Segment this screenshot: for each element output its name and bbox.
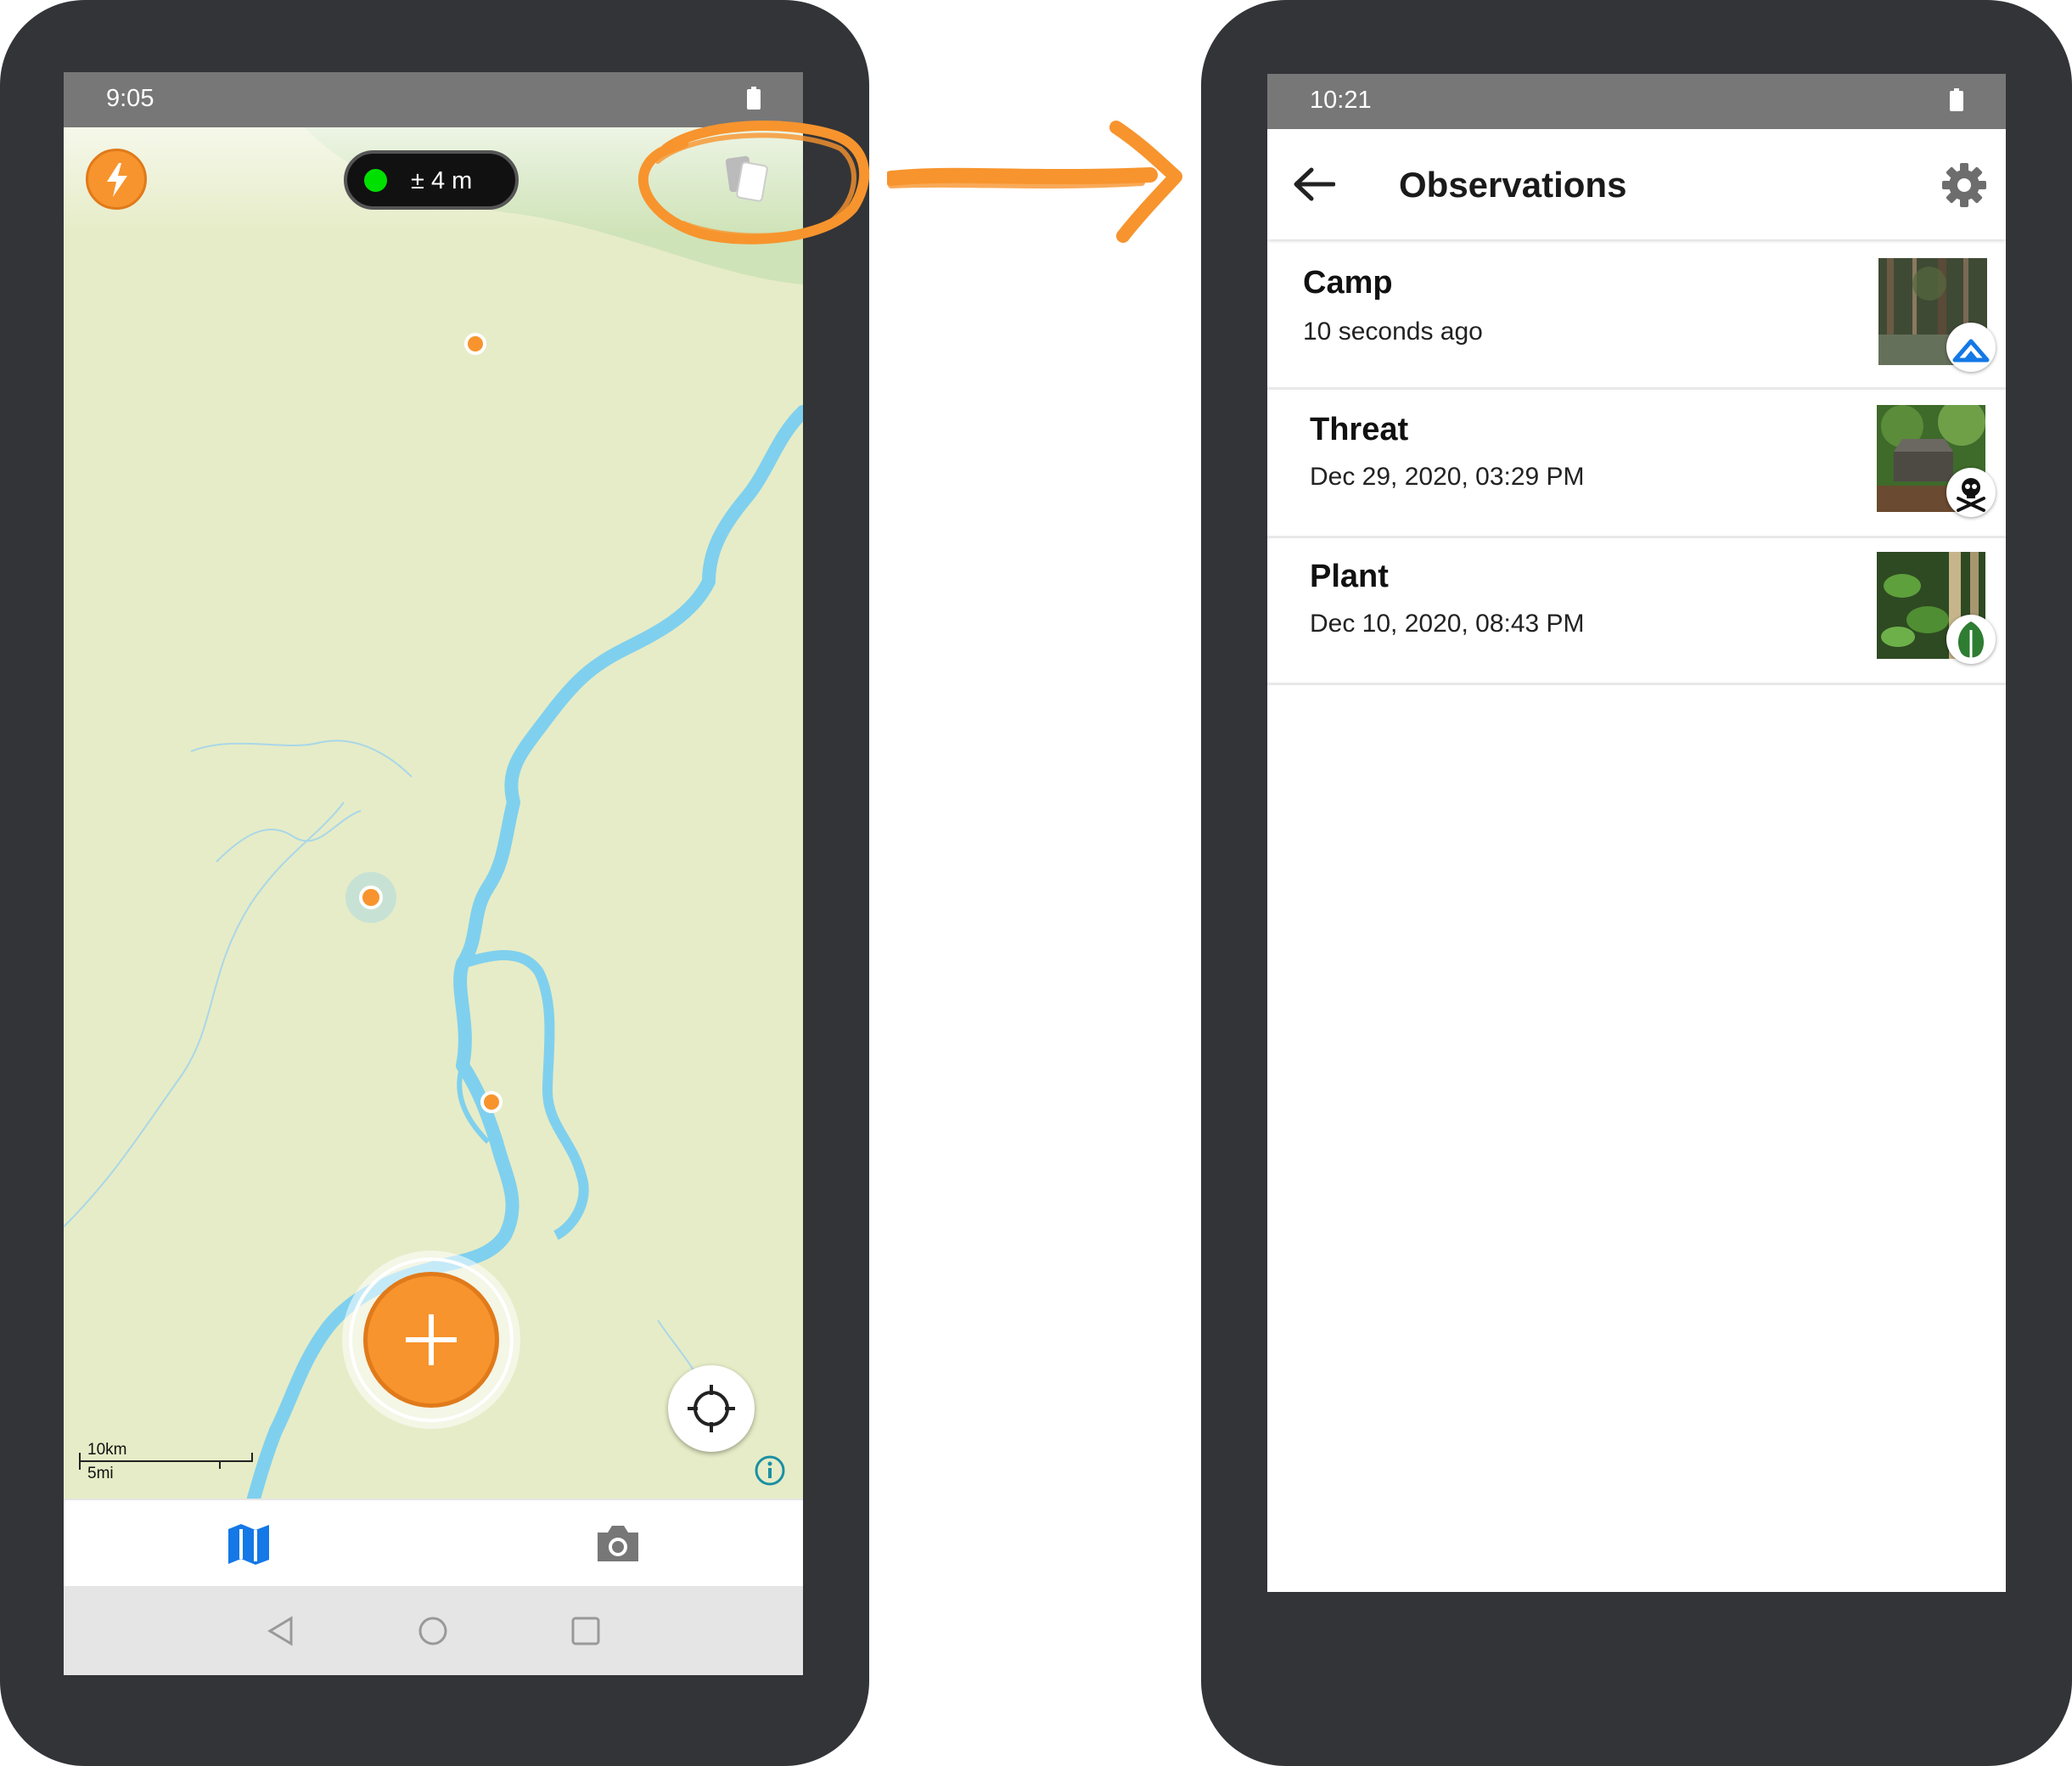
battery-icon	[747, 87, 761, 110]
gear-icon[interactable]	[1940, 161, 1988, 209]
app-header: Observations	[1267, 129, 2006, 239]
system-nav-bar	[64, 1586, 803, 1675]
add-observation-button[interactable]	[342, 1251, 520, 1429]
observation-title: Camp	[1303, 265, 1393, 301]
observation-time: Dec 29, 2020, 03:29 PM	[1310, 463, 1585, 491]
battery-icon	[1950, 88, 1963, 111]
recents-square-icon[interactable]	[570, 1616, 601, 1646]
home-circle-icon[interactable]	[418, 1616, 448, 1646]
plus-icon	[406, 1314, 457, 1365]
sync-button[interactable]	[86, 149, 147, 210]
gps-indicator-dot	[364, 169, 387, 192]
observation-title: Plant	[1310, 559, 1389, 594]
crosshair-icon	[688, 1385, 735, 1432]
gps-status-pill[interactable]: ± 4 m	[344, 150, 519, 210]
left-phone-frame: 9:05 ± 4 m 10km 5mi	[0, 0, 869, 1766]
map-icon	[228, 1524, 269, 1565]
status-time: 9:05	[106, 85, 154, 112]
observation-row[interactable]: Plant Dec 10, 2020, 08:43 PM	[1267, 537, 2006, 685]
scale-km-label: 10km	[87, 1441, 127, 1459]
bottom-tab-bar	[64, 1499, 803, 1586]
tab-camera[interactable]	[433, 1500, 803, 1588]
info-icon[interactable]	[754, 1454, 786, 1487]
camera-icon	[598, 1526, 638, 1561]
scale-mi-label: 5mi	[87, 1465, 114, 1482]
transition-arrow-annotation	[887, 121, 1182, 243]
locate-me-button[interactable]	[668, 1365, 755, 1452]
tab-map[interactable]	[64, 1500, 433, 1588]
page-title: Observations	[1399, 165, 1627, 205]
observation-row[interactable]: Threat Dec 29, 2020, 03:29 PM	[1267, 390, 2006, 538]
gps-accuracy-text: ± 4 m	[411, 167, 473, 194]
right-phone-frame: 10:21 Observations Camp 10 seconds ago T…	[1201, 0, 2072, 1766]
status-bar: 10:21	[1267, 74, 2006, 129]
camp-badge	[1946, 323, 1996, 372]
observation-row[interactable]: Camp 10 seconds ago	[1267, 241, 2006, 390]
plant-badge	[1946, 615, 1996, 664]
map-screen: 9:05 ± 4 m 10km 5mi	[64, 72, 803, 1675]
threat-badge	[1946, 468, 1996, 517]
back-triangle-icon[interactable]	[266, 1616, 296, 1646]
observations-screen: 10:21 Observations Camp 10 seconds ago T…	[1267, 74, 2006, 1592]
leaf-icon	[1957, 621, 1985, 659]
observation-time: 10 seconds ago	[1303, 318, 1483, 346]
camp-icon	[1952, 339, 1990, 363]
highlight-circle-annotation	[637, 121, 869, 245]
observation-time: Dec 10, 2020, 08:43 PM	[1310, 610, 1585, 638]
status-time: 10:21	[1310, 87, 1372, 114]
lightning-icon	[107, 163, 127, 197]
back-arrow-icon[interactable]	[1293, 166, 1335, 202]
map-scale-bar: 10km 5mi	[79, 1441, 257, 1483]
observation-title: Threat	[1310, 412, 1409, 447]
skull-crossbones-icon	[1957, 478, 1985, 512]
